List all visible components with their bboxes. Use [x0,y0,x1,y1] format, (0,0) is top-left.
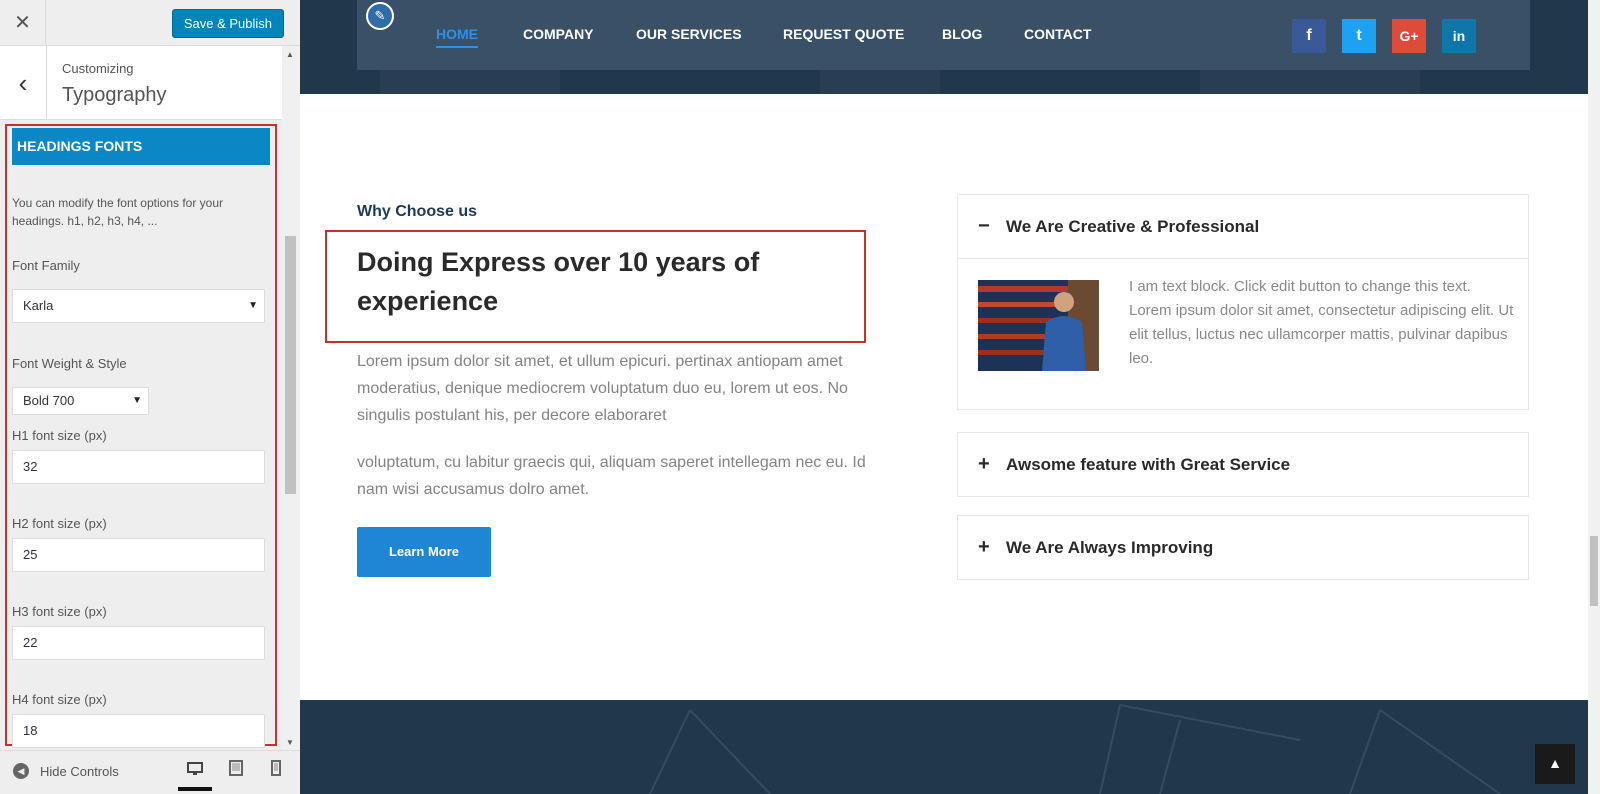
mobile-icon [271,760,281,776]
preview-mobile-button[interactable] [259,757,293,791]
caret-down-icon: ▼ [248,300,258,311]
minus-icon: − [978,215,990,237]
accordion-header[interactable]: + We Are Always Improving [958,516,1528,579]
scroll-up-icon[interactable]: ▲ [286,50,294,59]
chevron-left-icon: ‹ [18,68,28,98]
font-weight-select[interactable]: Bold 700 ▼ [12,387,149,415]
controls-scroll-area: HEADINGS FONTS You can modify the font o… [0,120,282,750]
section-header: ‹ Customizing Typography [0,46,282,120]
customizer-top-bar: ✕ Save & Publish [0,0,300,46]
caret-down-icon: ▼ [132,395,142,406]
chevron-up-icon: ▲ [1548,755,1562,771]
plus-icon: + [978,453,990,475]
back-to-top-button[interactable]: ▲ [1535,744,1575,784]
edit-shortcut-pencil-icon[interactable]: ✎ [366,2,394,30]
font-weight-label: Font Weight & Style [12,356,127,371]
headings-fonts-panel: HEADINGS FONTS You can modify the font o… [5,124,277,748]
facebook-icon[interactable]: f [1292,19,1326,53]
warehouse-worker-image [978,280,1099,371]
save-publish-button[interactable]: Save & Publish [171,9,284,38]
accordion-title: We Are Always Improving [1006,537,1214,557]
sidebar-scroll-thumb[interactable] [285,236,296,494]
h4-size-input[interactable]: 18 [12,714,265,748]
sidebar-scrollbar[interactable]: ▲ ▼ [282,46,300,750]
customizer-footer: ◀ Hide Controls [0,750,300,794]
nav-company[interactable]: COMPANY [523,26,594,42]
nav-home[interactable]: HOME [436,26,478,48]
learn-more-button[interactable]: Learn More [357,527,491,577]
accordion-title: We Are Creative & Professional [1006,216,1260,236]
section-heading: Doing Express over 10 years of experienc… [357,247,760,316]
h2-size-input[interactable]: 25 [12,538,265,572]
accordion-title: Awsome feature with Great Service [1006,454,1291,474]
linkedin-icon[interactable]: in [1442,19,1476,53]
nav-blog[interactable]: BLOG [942,26,982,42]
main-navigation: ✎ HOME COMPANY OUR SERVICES REQUEST QUOT… [357,0,1530,70]
scroll-down-icon[interactable]: ▼ [286,738,294,747]
font-family-label: Font Family [12,258,80,273]
back-button[interactable]: ‹ [0,46,47,120]
h4-size-label: H4 font size (px) [12,692,107,707]
accordion-item: + We Are Always Improving [957,515,1529,580]
nav-request-quote[interactable]: REQUEST QUOTE [783,26,904,42]
font-family-select[interactable]: Karla ▼ [12,289,265,323]
preview-tablet-button[interactable] [219,757,253,791]
google-plus-icon[interactable]: G+ [1392,19,1426,53]
close-customizer-button[interactable]: ✕ [0,0,46,46]
section-title: Typography [62,84,167,106]
customizing-label: Customizing [62,61,134,76]
twitter-icon[interactable]: t [1342,19,1376,53]
h3-size-input[interactable]: 22 [12,626,265,660]
plus-icon: + [978,536,990,558]
h2-size-label: H2 font size (px) [12,516,107,531]
hero-background: ✎ HOME COMPANY OUR SERVICES REQUEST QUOT… [300,0,1588,94]
panel-description: You can modify the font options for your… [12,196,224,228]
accordion-header[interactable]: + Awsome feature with Great Service [958,433,1528,496]
close-icon: ✕ [14,12,31,34]
footer-band [300,700,1588,794]
h1-size-label: H1 font size (px) [12,428,107,443]
nav-our-services[interactable]: OUR SERVICES [636,26,742,42]
h1-size-input[interactable]: 32 [12,450,265,484]
preview-desktop-button[interactable] [178,757,212,791]
accordion-item: − We Are Creative & Professional I am te… [957,194,1529,410]
hide-controls-button[interactable]: ◀ Hide Controls [13,763,119,779]
body-paragraph-2: voluptatum, cu labitur graecis qui, aliq… [357,454,866,498]
accordion-item: + Awsome feature with Great Service [957,432,1529,497]
accordion-text: I am text block. Click edit button to ch… [1129,278,1514,367]
desktop-icon [187,762,203,775]
crane-silhouette [649,704,1501,794]
nav-contact[interactable]: CONTACT [1024,26,1091,42]
site-preview: ✎ HOME COMPANY OUR SERVICES REQUEST QUOT… [300,0,1588,794]
accordion-header[interactable]: − We Are Creative & Professional [958,195,1528,258]
customizer-sidebar: ✕ Save & Publish ‹ Customizing Typograph… [0,0,300,794]
h3-size-label: H3 font size (px) [12,604,107,619]
hide-controls-label: Hide Controls [40,763,119,779]
preview-scrollbar[interactable] [1588,0,1600,794]
body-paragraph-1: Lorem ipsum dolor sit amet, et ullum epi… [357,353,848,424]
font-family-value: Karla [23,298,54,313]
collapse-icon: ◀ [13,763,29,779]
font-weight-value: Bold 700 [23,393,75,408]
section-eyebrow: Why Choose us [357,203,478,220]
tablet-icon [229,760,243,776]
preview-scroll-thumb[interactable] [1590,536,1598,606]
accordion-body: I am text block. Click edit button to ch… [958,258,1528,409]
panel-header: HEADINGS FONTS [12,128,270,165]
